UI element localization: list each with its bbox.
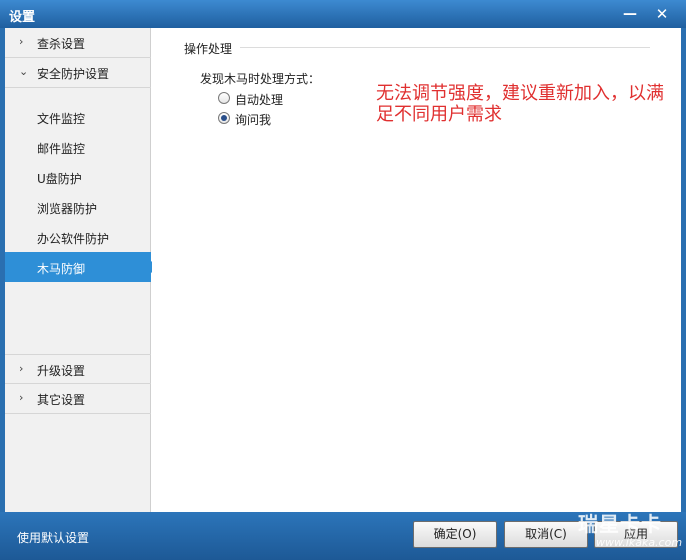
ok-button[interactable]: 确定(O) bbox=[413, 521, 497, 548]
chevron-right-icon: › bbox=[19, 362, 24, 375]
sidebar-item-label: 文件监控 bbox=[37, 112, 86, 126]
close-button[interactable]: ✕ bbox=[652, 4, 672, 24]
minimize-button[interactable]: — bbox=[620, 4, 640, 24]
radio-button[interactable] bbox=[218, 112, 230, 124]
sidebar-item-label: 木马防御 bbox=[37, 262, 86, 276]
window-title: 设置 bbox=[9, 10, 36, 25]
nav-group-update-settings[interactable]: › 升级设置 bbox=[5, 354, 151, 384]
option-label: 询问我 bbox=[235, 113, 272, 127]
sidebar-item-usb-protection[interactable]: U盘防护 bbox=[5, 162, 151, 192]
nav-group-label: 安全防护设置 bbox=[37, 67, 110, 81]
section-divider bbox=[240, 47, 650, 48]
sidebar: › 查杀设置 ⌄ 安全防护设置 文件监控 邮件监控 U盘防护 浏览器防护 办公软… bbox=[5, 28, 158, 512]
section-title: 操作处理 bbox=[184, 42, 233, 56]
chevron-right-icon: › bbox=[19, 35, 24, 48]
body-area: › 查杀设置 ⌄ 安全防护设置 文件监控 邮件监控 U盘防护 浏览器防护 办公软… bbox=[5, 28, 681, 512]
watermark-url: www.ikaka.com bbox=[596, 536, 683, 549]
settings-window: 设置 — ✕ › 查杀设置 ⌄ 安全防护设置 文件监控 邮件监控 U盘防护 浏览… bbox=[0, 0, 686, 560]
watermark-logo: 瑞星卡卡 www.ikaka.com bbox=[560, 506, 684, 556]
sidebar-item-file-monitor[interactable]: 文件监控 bbox=[5, 102, 151, 132]
sidebar-item-label: 浏览器防护 bbox=[37, 202, 98, 216]
nav-group-label: 其它设置 bbox=[37, 393, 86, 407]
chevron-down-icon: ⌄ bbox=[19, 65, 29, 78]
nav-group-label: 查杀设置 bbox=[37, 37, 86, 51]
red-annotation-text: 无法调节强度，建议重新加入，以满足不同用户需求 bbox=[376, 83, 664, 125]
sidebar-item-office-protection[interactable]: 办公软件防护 bbox=[5, 222, 151, 252]
nav-group-protection-settings[interactable]: ⌄ 安全防护设置 bbox=[5, 58, 151, 88]
sidebar-item-label: 办公软件防护 bbox=[37, 232, 110, 246]
sidebar-item-mail-monitor[interactable]: 邮件监控 bbox=[5, 132, 151, 162]
radio-button[interactable] bbox=[218, 92, 230, 104]
title-bar[interactable]: 设置 — ✕ bbox=[0, 0, 686, 28]
settings-content: 操作处理 发现木马时处理方式： 自动处理 询问我 无法调节强度，建议重新加入，以… bbox=[152, 28, 681, 512]
watermark-brand: 瑞星卡卡 bbox=[578, 512, 662, 536]
use-default-settings-link[interactable]: 使用默认设置 bbox=[17, 529, 89, 546]
chevron-right-icon: › bbox=[19, 391, 24, 404]
handling-question: 发现木马时处理方式： bbox=[200, 72, 321, 86]
sidebar-item-label: 邮件监控 bbox=[37, 142, 86, 156]
option-label: 自动处理 bbox=[235, 93, 284, 107]
nav-group-scan-settings[interactable]: › 查杀设置 bbox=[5, 28, 151, 58]
sidebar-item-trojan-defense[interactable]: 木马防御 bbox=[5, 252, 158, 282]
nav-group-other-settings[interactable]: › 其它设置 bbox=[5, 384, 151, 414]
nav-group-label: 升级设置 bbox=[37, 364, 86, 378]
sidebar-item-browser-protection[interactable]: 浏览器防护 bbox=[5, 192, 151, 222]
sidebar-item-label: U盘防护 bbox=[37, 172, 82, 186]
